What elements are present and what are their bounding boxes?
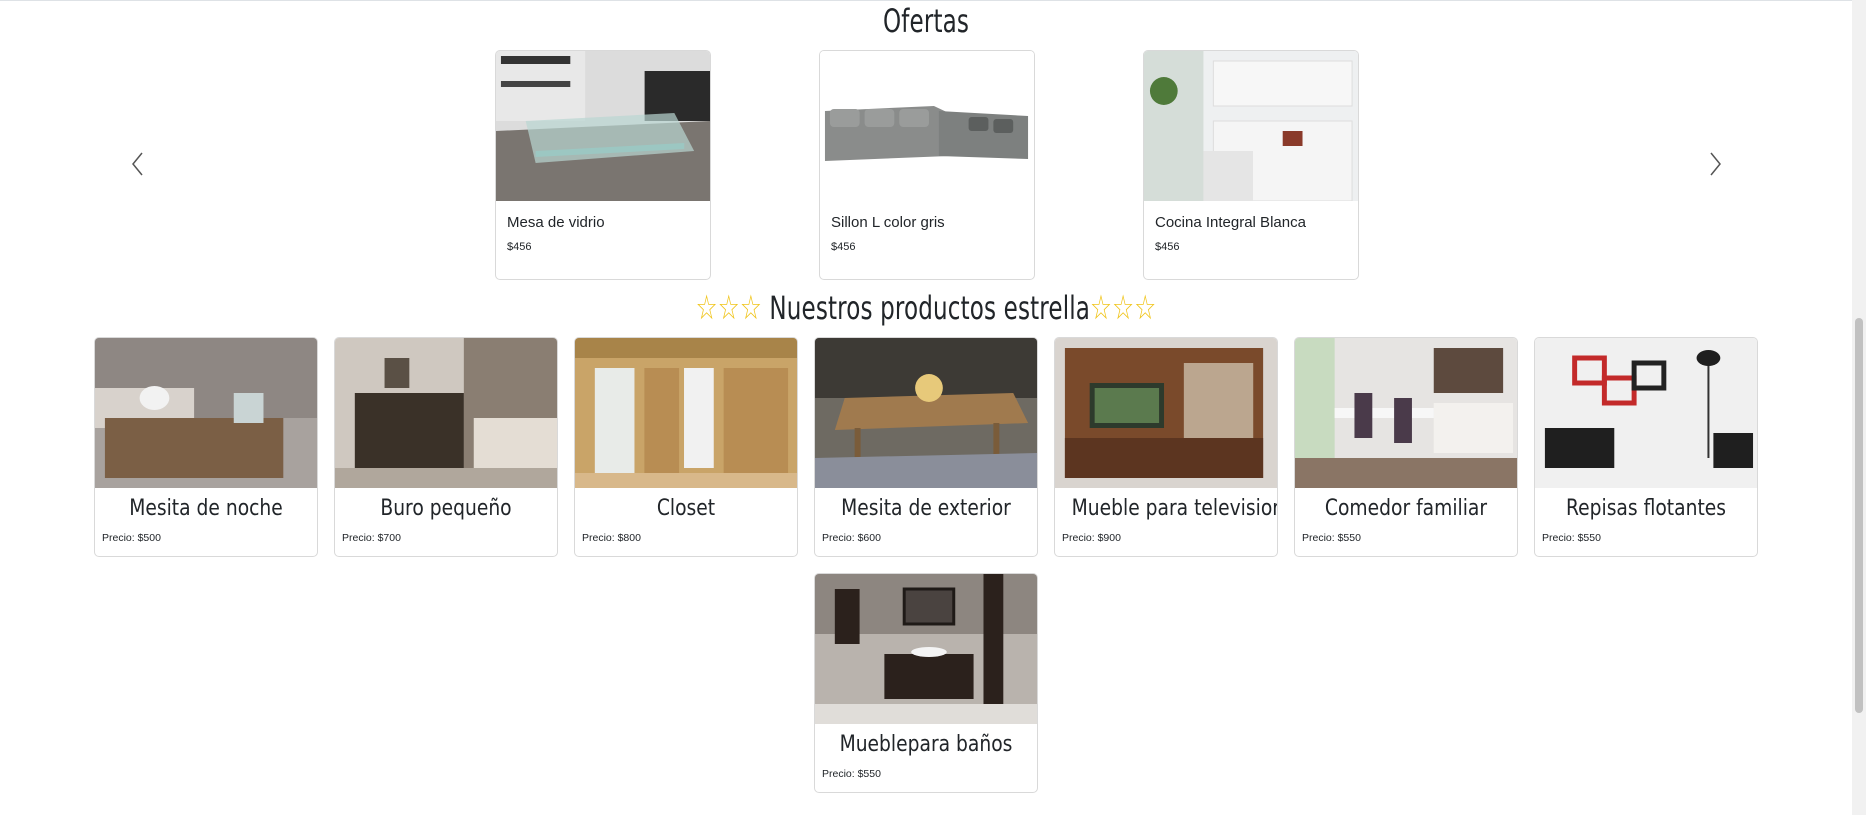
carousel-next-button[interactable] <box>1701 150 1729 178</box>
product-card[interactable]: Mueble para television Precio: $900 <box>1054 337 1278 557</box>
product-image-mesita-exterior <box>815 338 1037 488</box>
product-name: Buro pequeño <box>380 496 512 521</box>
product-card[interactable]: Repisas flotantes Precio: $550 <box>1534 337 1758 557</box>
product-price: Precio: $550 <box>1302 532 1361 544</box>
product-name: Mueble para television <box>1071 496 1278 521</box>
product-image-mueble-banos <box>815 574 1037 724</box>
product-image-comedor <box>1295 338 1517 488</box>
product-price: Precio: $700 <box>342 532 401 544</box>
chevron-right-icon <box>1710 152 1721 176</box>
product-card[interactable]: Buro pequeño Precio: $700 <box>334 337 558 557</box>
scrollbar-thumb[interactable] <box>1855 318 1863 713</box>
offer-card[interactable]: Mesa de vidrio $456 <box>495 50 711 280</box>
product-image-repisas <box>1535 338 1757 488</box>
offer-image-cocina <box>1144 51 1358 201</box>
product-card[interactable]: Comedor familiar Precio: $550 <box>1294 337 1518 557</box>
product-price: Precio: $550 <box>1542 532 1601 544</box>
offer-price: $456 <box>507 241 532 253</box>
product-price: Precio: $550 <box>822 768 881 780</box>
offer-price: $456 <box>831 241 856 253</box>
chevron-left-icon <box>132 152 143 176</box>
estrella-title-text: Nuestros productos estrella <box>769 289 1091 327</box>
product-image-mueble-tv <box>1055 338 1277 488</box>
offer-card[interactable]: Cocina Integral Blanca $456 <box>1143 50 1359 280</box>
offer-name: Mesa de vidrio <box>507 214 605 231</box>
offer-image-sillon <box>820 51 1034 201</box>
product-image-buro <box>335 338 557 488</box>
offer-name: Cocina Integral Blanca <box>1155 214 1306 231</box>
offer-image-mesa-vidrio <box>496 51 710 201</box>
product-price: Precio: $500 <box>102 532 161 544</box>
ofertas-title-text: Ofertas <box>882 2 970 40</box>
product-name: Mesita de exterior <box>841 496 1011 521</box>
carousel-prev-button[interactable] <box>124 150 152 178</box>
product-card[interactable]: Closet Precio: $800 <box>574 337 798 557</box>
ofertas-title: Ofertas <box>259 2 1592 40</box>
product-name: Repisas flotantes <box>1565 496 1727 521</box>
product-card[interactable]: Mueblepara baños Precio: $550 <box>814 573 1038 793</box>
stars-right-icon: ☆☆☆ <box>1090 288 1157 328</box>
product-name: Mueblepara baños <box>839 732 1013 757</box>
product-image-closet <box>575 338 797 488</box>
product-name: Closet <box>656 496 716 521</box>
product-price: Precio: $800 <box>582 532 641 544</box>
product-price: Precio: $600 <box>822 532 881 544</box>
product-price: Precio: $900 <box>1062 532 1121 544</box>
stars-left-icon: ☆☆☆ <box>695 288 762 328</box>
product-name: Comedor familiar <box>1324 496 1488 521</box>
top-divider <box>0 0 1852 1</box>
product-card[interactable]: Mesita de noche Precio: $500 <box>94 337 318 557</box>
offer-name: Sillon L color gris <box>831 214 945 231</box>
product-image-mesita-noche <box>95 338 317 488</box>
product-card[interactable]: Mesita de exterior Precio: $600 <box>814 337 1038 557</box>
offer-price: $456 <box>1155 241 1180 253</box>
estrella-title: ☆☆☆ Nuestros productos estrella☆☆☆ <box>259 288 1592 328</box>
product-name: Mesita de noche <box>129 496 283 521</box>
offer-card[interactable]: Sillon L color gris $456 <box>819 50 1035 280</box>
